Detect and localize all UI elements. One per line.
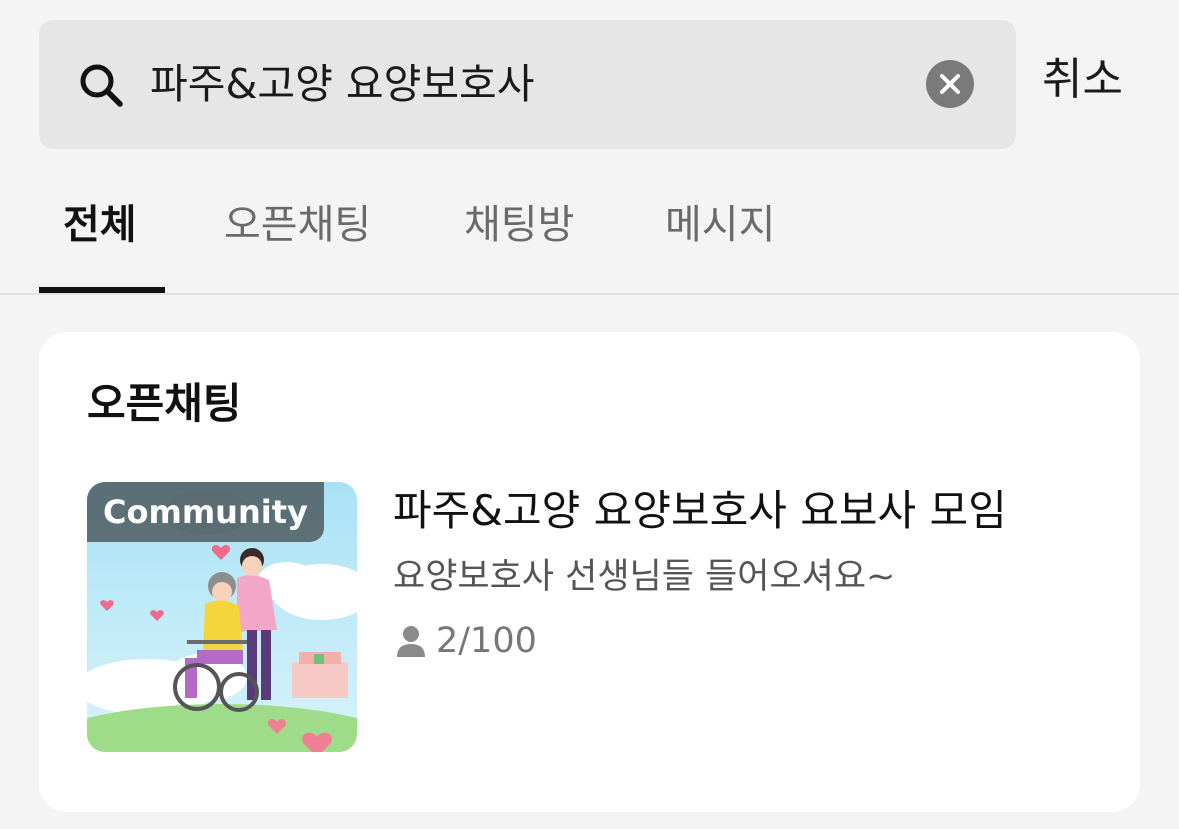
member-count: 2/100 bbox=[436, 621, 537, 661]
search-input[interactable]: 파주&고양 요양보호사 bbox=[150, 58, 534, 110]
cancel-button[interactable]: 취소 bbox=[1042, 52, 1123, 108]
section-title: 오픈채팅 bbox=[87, 379, 242, 428]
person-icon bbox=[397, 626, 425, 657]
tabs-divider bbox=[0, 293, 1179, 295]
tab-all[interactable]: 전체 bbox=[63, 198, 137, 252]
clear-icon bbox=[940, 74, 960, 94]
chat-room-description: 요양보호사 선생님들 들어오셔요~ bbox=[393, 557, 896, 597]
category-badge: Community bbox=[87, 482, 324, 542]
tab-messages[interactable]: 메시지 bbox=[665, 198, 775, 252]
chat-room-thumbnail[interactable]: Community bbox=[87, 482, 357, 752]
clear-search-button[interactable] bbox=[926, 60, 974, 108]
tab-chat-rooms[interactable]: 채팅방 bbox=[464, 198, 574, 252]
chat-room-title[interactable]: 파주&고양 요양보호사 요보사 모임 bbox=[393, 484, 1007, 538]
search-screen: 파주&고양 요양보호사 취소 전체 오픈채팅 채팅방 메시지 오픈채팅 Comm… bbox=[0, 0, 1179, 829]
search-icon bbox=[80, 64, 123, 107]
tab-open-chat[interactable]: 오픈채팅 bbox=[224, 198, 371, 252]
